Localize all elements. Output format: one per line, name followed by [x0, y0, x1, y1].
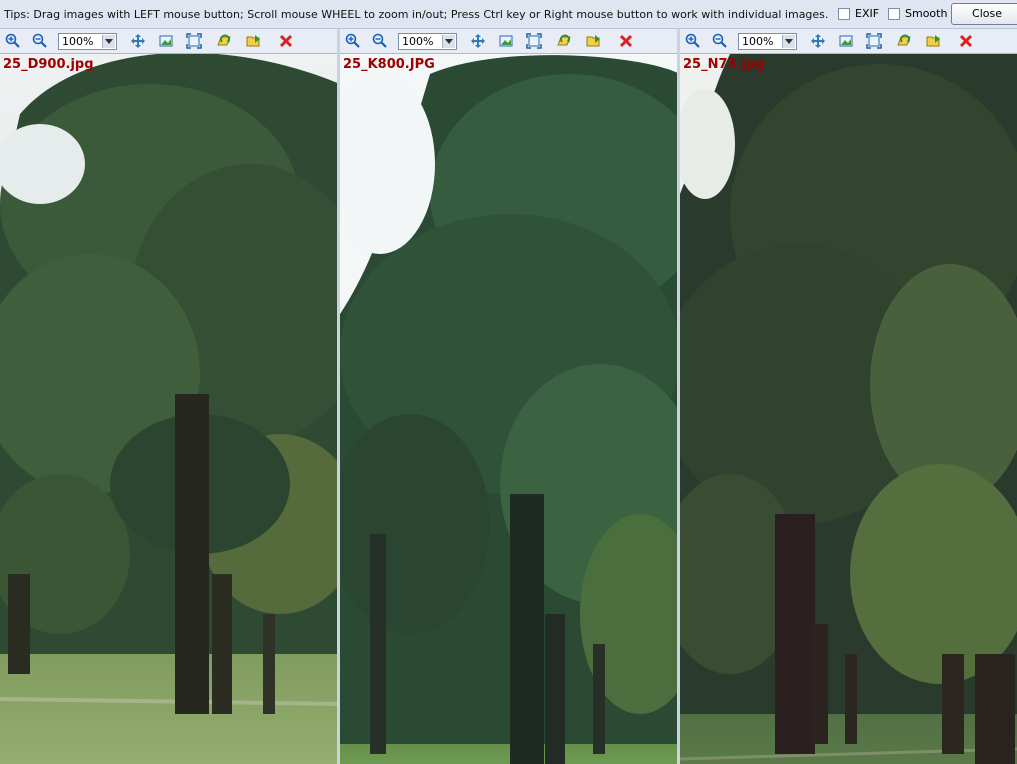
- close-button[interactable]: Close: [951, 3, 1017, 25]
- fit-to-window-icon[interactable]: [186, 33, 202, 49]
- panel-toolbar: 100%: [340, 29, 677, 54]
- tips-bar: Tips: Drag images with LEFT mouse button…: [0, 0, 1017, 29]
- rotate-icon[interactable]: [216, 33, 232, 49]
- fit-to-window-icon[interactable]: [526, 33, 542, 49]
- panel-toolbar: 100%: [0, 29, 337, 54]
- image-panel-2: 100% 25_K800.JPG: [340, 29, 680, 764]
- chevron-down-icon[interactable]: [102, 35, 115, 48]
- zoom-select[interactable]: 100%: [58, 33, 117, 50]
- rotate-icon[interactable]: [896, 33, 912, 49]
- open-folder-icon[interactable]: [926, 33, 942, 49]
- close-image-icon[interactable]: [958, 33, 974, 49]
- panel-toolbar: 100%: [680, 29, 1017, 54]
- image-view[interactable]: 25_K800.JPG: [340, 54, 677, 764]
- close-image-icon[interactable]: [618, 33, 634, 49]
- zoom-in-icon[interactable]: [685, 33, 701, 49]
- photo-trees-1: [0, 54, 337, 764]
- image-view[interactable]: 25_N73.jpg: [680, 54, 1017, 764]
- zoom-out-icon[interactable]: [372, 33, 388, 49]
- photo-trees-2: [340, 54, 677, 764]
- zoom-select[interactable]: 100%: [398, 33, 457, 50]
- zoom-in-icon[interactable]: [345, 33, 361, 49]
- exif-label: EXIF: [855, 7, 880, 20]
- actual-size-icon[interactable]: [838, 33, 854, 49]
- exif-checkbox[interactable]: EXIF: [838, 7, 879, 20]
- close-image-icon[interactable]: [278, 33, 294, 49]
- image-filename: 25_D900.jpg: [3, 57, 94, 72]
- chevron-down-icon[interactable]: [442, 35, 455, 48]
- zoom-value: 100%: [742, 35, 774, 48]
- open-folder-icon[interactable]: [246, 33, 262, 49]
- smooth-checkbox[interactable]: Smooth: [888, 7, 947, 20]
- zoom-in-icon[interactable]: [5, 33, 21, 49]
- rotate-icon[interactable]: [556, 33, 572, 49]
- photo-trees-3: [680, 54, 1017, 764]
- zoom-value: 100%: [62, 35, 94, 48]
- image-filename: 25_K800.JPG: [343, 57, 435, 72]
- image-filename: 25_N73.jpg: [683, 57, 765, 72]
- actual-size-icon[interactable]: [498, 33, 514, 49]
- open-folder-icon[interactable]: [586, 33, 602, 49]
- move-icon[interactable]: [470, 33, 486, 49]
- tips-text: Tips: Drag images with LEFT mouse button…: [4, 8, 829, 21]
- image-panel-1: 100% 25_D900.jpg: [0, 29, 340, 764]
- move-icon[interactable]: [810, 33, 826, 49]
- exif-checkbox-box[interactable]: [838, 7, 850, 20]
- image-view[interactable]: 25_D900.jpg: [0, 54, 337, 764]
- move-icon[interactable]: [130, 33, 146, 49]
- zoom-select[interactable]: 100%: [738, 33, 797, 50]
- smooth-label: Smooth: [905, 7, 948, 20]
- fit-to-window-icon[interactable]: [866, 33, 882, 49]
- zoom-out-icon[interactable]: [712, 33, 728, 49]
- actual-size-icon[interactable]: [158, 33, 174, 49]
- zoom-value: 100%: [402, 35, 434, 48]
- chevron-down-icon[interactable]: [782, 35, 795, 48]
- zoom-out-icon[interactable]: [32, 33, 48, 49]
- smooth-checkbox-box[interactable]: [888, 7, 900, 20]
- image-panel-3: 100% 25_N73.jpg: [680, 29, 1017, 764]
